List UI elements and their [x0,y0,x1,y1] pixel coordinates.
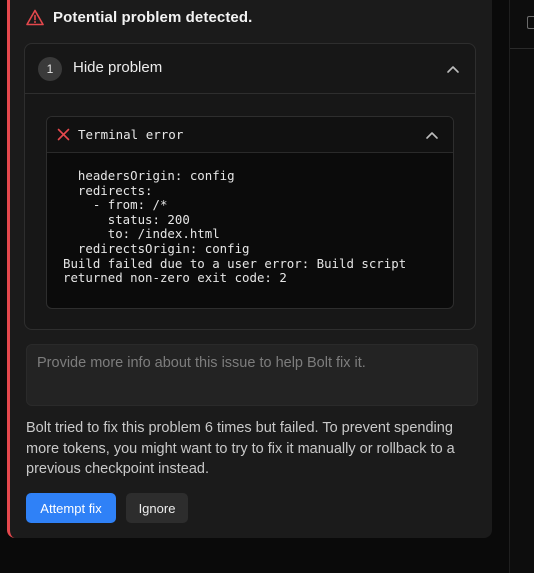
problem-alert-card: Potential problem detected. 1 Hide probl… [7,0,492,538]
attempt-fix-button[interactable]: Attempt fix [26,493,116,523]
hide-problem-toggle[interactable]: 1 Hide problem [25,44,475,94]
alert-title: Potential problem detected. [53,9,253,26]
ignore-button[interactable]: Ignore [126,493,188,523]
preview-toolbar [510,0,534,49]
step-number-badge: 1 [38,57,62,81]
hide-problem-label: Hide problem [73,59,163,76]
issue-details-input[interactable] [26,344,478,406]
retry-failure-message: Bolt tried to fix this problem 6 times b… [26,420,455,477]
terminal-output: headersOrigin: config redirects: - from:… [63,168,407,286]
preview-panel-edge [509,0,534,573]
terminal-error-title: Terminal error [78,127,184,142]
close-x-icon [57,128,70,146]
chevron-up-icon[interactable] [446,62,460,76]
page: Potential problem detected. 1 Hide probl… [0,0,534,573]
terminal-error-toggle[interactable]: Terminal error [47,117,453,153]
warning-triangle-icon [26,9,44,26]
alert-header: Potential problem detected. [26,9,252,26]
terminal-error-panel: Terminal error headersOrigin: config red… [46,116,454,309]
problem-panel: 1 Hide problem Terminal error headersOri… [24,43,476,330]
chevron-up-icon[interactable] [425,128,439,142]
panel-toggle-icon[interactable] [527,16,534,29]
